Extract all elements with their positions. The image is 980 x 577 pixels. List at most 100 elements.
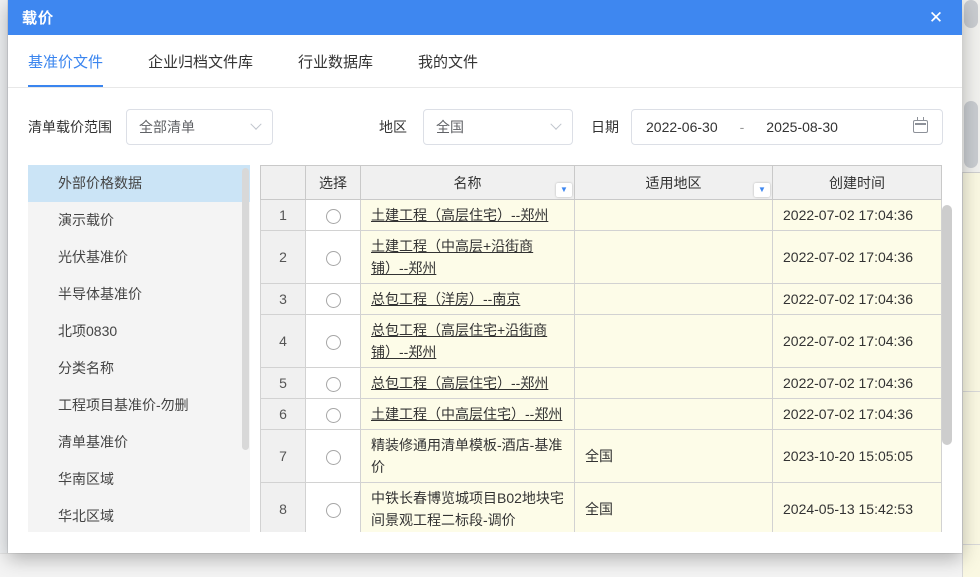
sidebar-scrollbar-thumb[interactable] — [242, 168, 249, 450]
background-page-bottom — [0, 553, 980, 577]
row-index: 2 — [261, 231, 306, 284]
file-name[interactable]: 土建工程（高层住宅）--郑州 — [371, 207, 548, 223]
tab-3[interactable]: 行业数据库 — [298, 35, 373, 87]
region-cell — [575, 368, 773, 399]
region-filter-icon[interactable]: ▼ — [754, 183, 770, 197]
select-cell — [306, 231, 361, 284]
row-radio[interactable] — [326, 408, 341, 423]
row-radio[interactable] — [326, 503, 341, 518]
tab-bar: 基准价文件企业归档文件库行业数据库我的文件 — [8, 35, 962, 88]
file-name[interactable]: 总包工程（高层住宅+沿街商铺）--郑州 — [371, 322, 547, 360]
table-row: 8 中铁长春博览城项目B02地块宅间景观工程二标段-调价全国2024-05-13 … — [261, 483, 942, 533]
load-price-dialog: 载价 ✕ 基准价文件企业归档文件库行业数据库我的文件 清单载价范围 全部清单 地… — [8, 0, 962, 553]
sidebar-item[interactable]: 工程项目基准价-勿删 — [28, 387, 250, 424]
region-label: 地区 — [379, 117, 407, 137]
region-cell: 全国 — [575, 430, 773, 483]
calendar-icon — [913, 120, 928, 133]
file-name[interactable]: 总包工程（洋房）--南京 — [371, 291, 520, 307]
region-cell — [575, 231, 773, 284]
name-filter-icon[interactable]: ▼ — [556, 183, 572, 197]
region-cell — [575, 315, 773, 368]
tab-1[interactable]: 基准价文件 — [28, 35, 103, 87]
sidebar-item[interactable]: 华南区域 — [28, 461, 250, 498]
sidebar-list: 外部价格数据演示载价光伏基准价半导体基准价北项0830分类名称工程项目基准价-勿… — [28, 165, 250, 532]
filter-bar: 清单载价范围 全部清单 地区 全国 日期 2022-06-30 - 2025-0… — [8, 88, 962, 165]
sidebar-item[interactable]: 光伏基准价 — [28, 239, 250, 276]
close-icon[interactable]: ✕ — [924, 6, 948, 30]
select-cell — [306, 399, 361, 430]
select-cell — [306, 430, 361, 483]
row-index: 1 — [261, 200, 306, 231]
scope-label: 清单载价范围 — [28, 117, 112, 137]
row-radio[interactable] — [326, 377, 341, 392]
name-cell: 总包工程（高层住宅）--郑州 — [361, 368, 575, 399]
background-table-edge — [962, 172, 980, 577]
row-radio[interactable] — [326, 293, 341, 308]
tab-2[interactable]: 企业归档文件库 — [148, 35, 253, 87]
sidebar-item[interactable]: 华北区域 — [28, 498, 250, 532]
background-row-divider — [963, 544, 980, 545]
table-row: 2土建工程（中高层+沿街商铺）--郑州2022-07-02 17:04:36 — [261, 231, 942, 284]
created-cell: 2022-07-02 17:04:36 — [773, 315, 942, 368]
row-index: 6 — [261, 399, 306, 430]
row-radio[interactable] — [326, 450, 341, 465]
file-name[interactable]: 土建工程（中高层+沿街商铺）--郑州 — [371, 238, 533, 276]
date-range-picker[interactable]: 2022-06-30 - 2025-08-30 — [631, 109, 943, 145]
table: 选择 名称 ▼ 适用地区 ▼ 创建时间 1土建工程（高层 — [260, 165, 942, 532]
sidebar-item[interactable]: 半导体基准价 — [28, 276, 250, 313]
region-select-value: 全国 — [436, 117, 464, 137]
date-start-value: 2022-06-30 — [646, 119, 718, 135]
row-index: 8 — [261, 483, 306, 533]
region-cell: 全国 — [575, 483, 773, 533]
region-cell — [575, 200, 773, 231]
background-page-left-edge — [0, 0, 8, 577]
header-created: 创建时间 — [773, 166, 942, 200]
page-scrollbar-thumb[interactable] — [964, 101, 978, 168]
sidebar-item[interactable]: 分类名称 — [28, 350, 250, 387]
table-scrollbar-thumb[interactable] — [942, 205, 952, 445]
row-radio[interactable] — [326, 335, 341, 350]
file-name: 精装修通用清单模板-酒店-基准价 — [371, 437, 562, 475]
table-row: 5 总包工程（高层住宅）--郑州 2022-07-02 17:04:36 — [261, 368, 942, 399]
file-name: 中铁长春博览城项目B02地块宅间景观工程二标段-调价 — [371, 490, 564, 528]
page-scrollbar-segment[interactable] — [964, 0, 978, 28]
header-name-label: 名称 — [454, 175, 482, 191]
table-row: 3总包工程（洋房）--南京2022-07-02 17:04:36 — [261, 284, 942, 315]
table-row: 6 土建工程（中高层住宅）--郑州 2022-07-02 17:04:36 — [261, 399, 942, 430]
file-name[interactable]: 总包工程（高层住宅）--郑州 — [371, 375, 548, 391]
created-cell: 2022-07-02 17:04:36 — [773, 200, 942, 231]
name-cell: 土建工程（高层住宅）--郑州 — [361, 200, 575, 231]
scope-select[interactable]: 全部清单 — [126, 109, 273, 145]
background-row-divider — [963, 391, 980, 392]
page-scrollbar-area — [962, 0, 980, 577]
row-radio[interactable] — [326, 209, 341, 224]
created-cell: 2022-07-02 17:04:36 — [773, 368, 942, 399]
name-cell: 精装修通用清单模板-酒店-基准价 — [361, 430, 575, 483]
table-row: 7精装修通用清单模板-酒店-基准价全国2023-10-20 15:05:05 — [261, 430, 942, 483]
scope-select-value: 全部清单 — [139, 117, 195, 137]
sidebar-item[interactable]: 清单基准价 — [28, 424, 250, 461]
row-index: 3 — [261, 284, 306, 315]
chevron-down-icon — [550, 118, 561, 129]
dialog-header: 载价 ✕ — [8, 0, 962, 35]
header-region: 适用地区 ▼ — [575, 166, 773, 200]
sidebar-item[interactable]: 外部价格数据 — [28, 165, 250, 202]
created-cell: 2022-07-02 17:04:36 — [773, 399, 942, 430]
table-row: 4 总包工程（高层住宅+沿街商铺）--郑州 2022-07-02 17:04:36 — [261, 315, 942, 368]
created-cell: 2024-05-13 15:42:53 — [773, 483, 942, 533]
row-radio[interactable] — [326, 251, 341, 266]
select-cell — [306, 315, 361, 368]
name-cell: 总包工程（洋房）--南京 — [361, 284, 575, 315]
sidebar-item[interactable]: 演示载价 — [28, 202, 250, 239]
name-cell: 中铁长春博览城项目B02地块宅间景观工程二标段-调价 — [361, 483, 575, 533]
file-name[interactable]: 土建工程（中高层住宅）--郑州 — [371, 406, 562, 422]
region-select[interactable]: 全国 — [423, 109, 573, 145]
row-index: 5 — [261, 368, 306, 399]
tab-4[interactable]: 我的文件 — [418, 35, 478, 87]
row-index: 4 — [261, 315, 306, 368]
region-cell — [575, 284, 773, 315]
sidebar-item[interactable]: 北项0830 — [28, 313, 250, 350]
date-separator: - — [740, 119, 745, 135]
select-cell — [306, 284, 361, 315]
table-row: 1 土建工程（高层住宅）--郑州 2022-07-02 17:04:36 — [261, 200, 942, 231]
